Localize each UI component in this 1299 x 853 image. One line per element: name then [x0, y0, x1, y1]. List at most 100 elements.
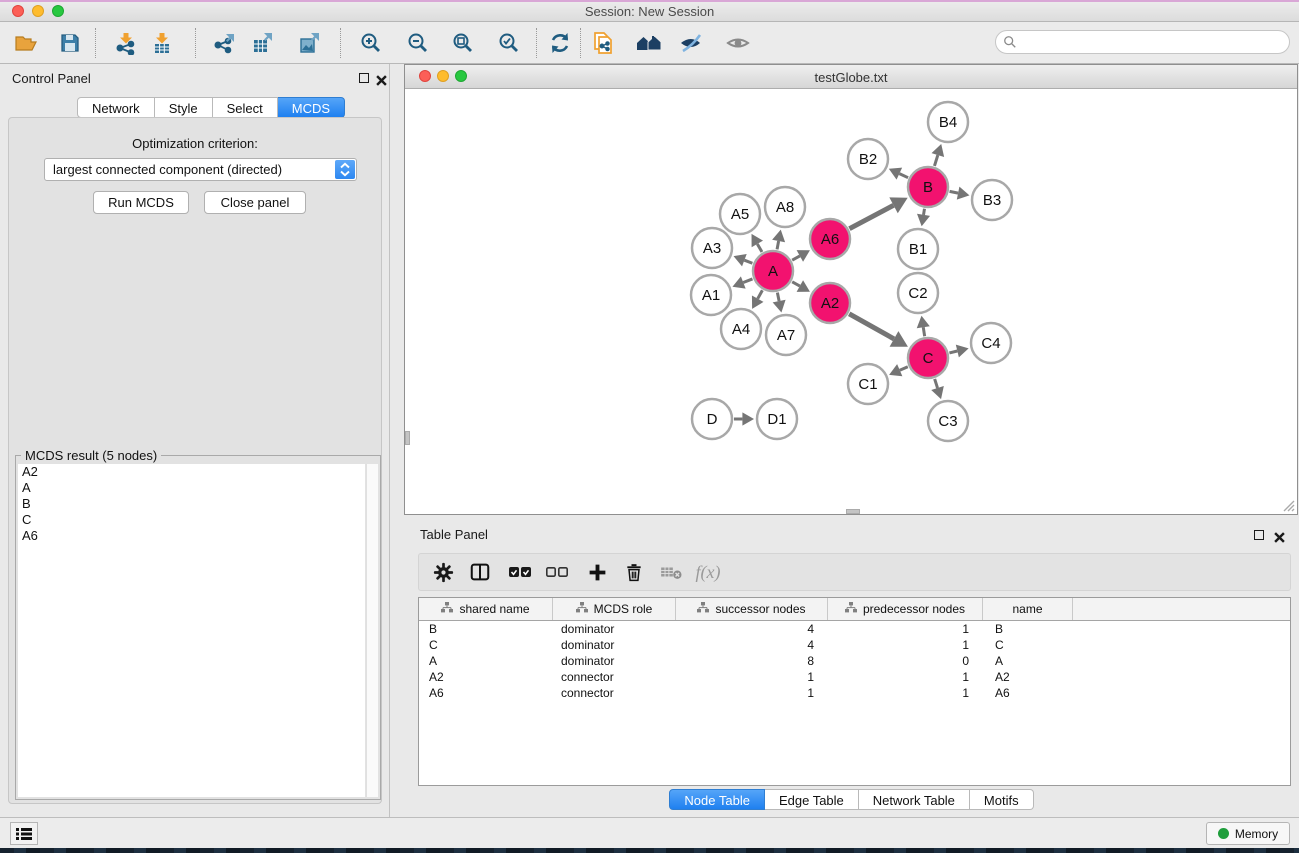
tab-network[interactable]: Network — [77, 97, 155, 118]
graph-node-A[interactable]: A — [753, 251, 793, 291]
mcds-list-scrollbar[interactable] — [366, 464, 378, 797]
graph-node-A4[interactable]: A4 — [721, 309, 761, 349]
graph-node-A3[interactable]: A3 — [692, 228, 732, 268]
import-network-icon[interactable] — [113, 30, 139, 56]
edge-C-C4[interactable] — [949, 351, 957, 353]
column-header-name[interactable]: name — [983, 598, 1073, 620]
search-input[interactable] — [1017, 35, 1267, 49]
tab-network-table[interactable]: Network Table — [859, 789, 970, 810]
edge-B-B4[interactable] — [934, 155, 937, 166]
open-session-icon[interactable] — [13, 30, 39, 56]
edge-C-C2[interactable] — [923, 327, 924, 336]
float-table-panel-icon[interactable] — [1254, 530, 1264, 540]
table-row[interactable]: A2connector11A2 — [419, 669, 1290, 685]
tab-node-table[interactable]: Node Table — [669, 789, 765, 810]
edge-A-A6[interactable] — [792, 256, 800, 260]
graph-node-B2[interactable]: B2 — [848, 139, 888, 179]
home-icon[interactable] — [636, 30, 662, 56]
mcds-result-item[interactable]: C — [18, 512, 365, 528]
zoom-selected-icon[interactable] — [496, 30, 522, 56]
export-image-icon[interactable] — [297, 30, 323, 56]
tab-motifs[interactable]: Motifs — [970, 789, 1034, 810]
tab-select[interactable]: Select — [213, 97, 278, 118]
graph-node-A5[interactable]: A5 — [720, 194, 760, 234]
close-panel-button[interactable]: Close panel — [204, 191, 306, 214]
graph-node-B1[interactable]: B1 — [898, 229, 938, 269]
graph-node-C3[interactable]: C3 — [928, 401, 968, 441]
run-mcds-button[interactable]: Run MCDS — [93, 191, 189, 214]
clone-network-icon[interactable] — [590, 30, 616, 56]
float-panel-icon[interactable] — [359, 73, 369, 83]
edge-A2-C[interactable] — [849, 314, 894, 339]
mcds-result-list[interactable]: A2ABCA6 — [18, 464, 365, 797]
edge-A-A7[interactable] — [777, 293, 779, 302]
split-view-icon[interactable] — [467, 559, 493, 585]
add-column-icon[interactable] — [584, 559, 610, 585]
graph-node-C2[interactable]: C2 — [898, 273, 938, 313]
table-row[interactable]: Bdominator41B — [419, 621, 1290, 637]
edge-A-A8[interactable] — [777, 241, 779, 249]
mcds-result-item[interactable]: A2 — [18, 464, 365, 480]
graph-node-A2[interactable]: A2 — [810, 283, 850, 323]
edge-A-A1[interactable] — [743, 279, 752, 283]
graph-node-D[interactable]: D — [692, 399, 732, 439]
edge-C-C3[interactable] — [935, 379, 938, 388]
resize-grip-icon[interactable] — [1282, 499, 1295, 512]
optimization-criterion-select[interactable]: largest connected component (directed) — [44, 158, 357, 181]
table-row[interactable]: Cdominator41C — [419, 637, 1290, 653]
graph-node-C4[interactable]: C4 — [971, 323, 1011, 363]
table-row[interactable]: A6connector11A6 — [419, 685, 1290, 701]
tab-mcds[interactable]: MCDS — [278, 97, 345, 118]
edge-C-C1[interactable] — [900, 367, 908, 370]
export-network-icon[interactable] — [212, 30, 238, 56]
close-panel-icon[interactable] — [376, 73, 387, 84]
network-canvas[interactable]: A A1 A2 A3 A4 A5 A6 A7 A8 B B1 B2 B3B4 C C1 C2 C3C4 D D1 — [405, 90, 1297, 514]
hide-details-icon[interactable] — [678, 30, 704, 56]
horizontal-scroll-thumb[interactable] — [846, 509, 860, 514]
graph-node-C1[interactable]: C1 — [848, 364, 888, 404]
graph-node-A7[interactable]: A7 — [766, 315, 806, 355]
apply-layout-icon[interactable] — [547, 30, 573, 56]
zoom-fit-icon[interactable] — [450, 30, 476, 56]
edge-B-B1[interactable] — [924, 209, 925, 215]
select-all-columns-icon[interactable] — [507, 559, 533, 585]
edge-B-B3[interactable] — [950, 191, 959, 193]
column-header-successor-nodes[interactable]: successor nodes — [676, 598, 828, 620]
delete-column-trash-icon[interactable] — [621, 559, 647, 585]
zoom-in-icon[interactable] — [358, 30, 384, 56]
graph-node-A1[interactable]: A1 — [691, 275, 731, 315]
column-header-predecessor-nodes[interactable]: predecessor nodes — [828, 598, 983, 620]
edge-A6-B[interactable] — [849, 205, 893, 228]
column-header-MCDS-role[interactable]: MCDS role — [553, 598, 676, 620]
search-box[interactable] — [995, 30, 1290, 54]
import-table-icon[interactable] — [149, 30, 175, 56]
mcds-result-item[interactable]: A6 — [18, 528, 365, 544]
edge-A-A2[interactable] — [792, 282, 800, 286]
tab-style[interactable]: Style — [155, 97, 213, 118]
mcds-result-item[interactable]: B — [18, 496, 365, 512]
table-settings-gear-icon[interactable] — [430, 559, 456, 585]
graph-node-B[interactable]: B — [908, 167, 948, 207]
vertical-scroll-thumb[interactable] — [405, 431, 410, 445]
edge-A-A3[interactable] — [744, 260, 752, 263]
memory-button[interactable]: Memory — [1206, 822, 1290, 845]
graph-node-A8[interactable]: A8 — [765, 187, 805, 227]
save-session-icon[interactable] — [57, 30, 83, 56]
mcds-result-item[interactable]: A — [18, 480, 365, 496]
close-table-panel-icon[interactable] — [1274, 530, 1285, 541]
edge-B-B2[interactable] — [899, 174, 908, 178]
graph-node-C[interactable]: C — [908, 338, 948, 378]
edge-A-A4[interactable] — [758, 290, 763, 298]
graph-node-B3[interactable]: B3 — [972, 180, 1012, 220]
graph-node-B4[interactable]: B4 — [928, 102, 968, 142]
task-history-button[interactable] — [10, 822, 38, 845]
graph-node-A6[interactable]: A6 — [810, 219, 850, 259]
table-row[interactable]: Adominator80A — [419, 653, 1290, 669]
column-header-shared-name[interactable]: shared name — [419, 598, 553, 620]
graph-node-D1[interactable]: D1 — [757, 399, 797, 439]
zoom-out-icon[interactable] — [405, 30, 431, 56]
export-table-icon[interactable] — [250, 30, 276, 56]
deselect-all-columns-icon[interactable] — [544, 559, 570, 585]
edge-A-A5[interactable] — [757, 244, 762, 252]
tab-edge-table[interactable]: Edge Table — [765, 789, 859, 810]
